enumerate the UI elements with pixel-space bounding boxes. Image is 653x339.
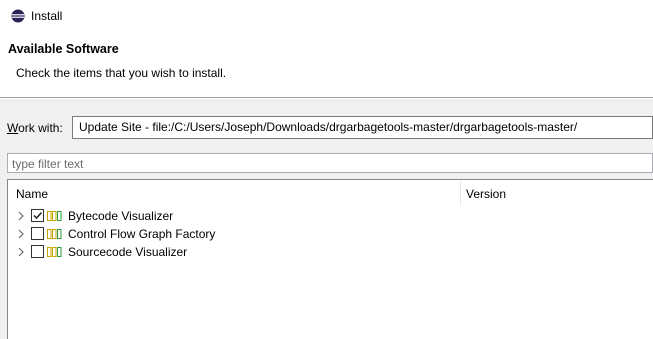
page-description: Check the items that you wish to install…: [16, 66, 227, 80]
checkbox[interactable]: [31, 245, 44, 258]
tree-item-label: Control Flow Graph Factory: [68, 227, 216, 241]
title-bar: Install: [0, 0, 653, 32]
column-separator[interactable]: [460, 181, 461, 205]
column-name[interactable]: Name: [16, 187, 48, 201]
tree-row-control-flow-graph-factory[interactable]: Control Flow Graph Factory: [8, 225, 653, 243]
work-with-label: Work with:: [7, 121, 63, 135]
package-icon: [47, 229, 62, 239]
filter-input[interactable]: [7, 153, 653, 173]
tree-row-sourcecode-visualizer[interactable]: Sourcecode Visualizer: [8, 243, 653, 261]
tree-row-bytecode-visualizer[interactable]: Bytecode Visualizer: [8, 207, 653, 225]
wizard-header: Available Software Check the items that …: [0, 32, 653, 98]
work-with-combo[interactable]: Update Site - file:/C:/Users/Joseph/Down…: [72, 116, 653, 139]
chevron-right-icon[interactable]: [16, 247, 26, 257]
package-icon: [47, 247, 62, 257]
checkbox[interactable]: [31, 227, 44, 240]
software-tree[interactable]: Name Version Bytecode Visualizer Control…: [7, 179, 653, 339]
work-with-mnemonic: W: [7, 121, 19, 135]
page-heading: Available Software: [8, 42, 119, 56]
tree-column-header: Name Version: [8, 180, 653, 206]
window-title: Install: [31, 9, 63, 23]
tree-item-label: Bytecode Visualizer: [68, 209, 174, 223]
checkmark-icon: [33, 211, 43, 220]
chevron-right-icon[interactable]: [16, 211, 26, 221]
chevron-right-icon[interactable]: [16, 229, 26, 239]
eclipse-icon: [11, 9, 25, 23]
work-with-label-rest: ork with:: [18, 121, 63, 135]
tree-item-label: Sourcecode Visualizer: [68, 245, 188, 259]
checkbox[interactable]: [31, 209, 44, 222]
package-icon: [47, 211, 62, 221]
column-version[interactable]: Version: [466, 187, 506, 201]
